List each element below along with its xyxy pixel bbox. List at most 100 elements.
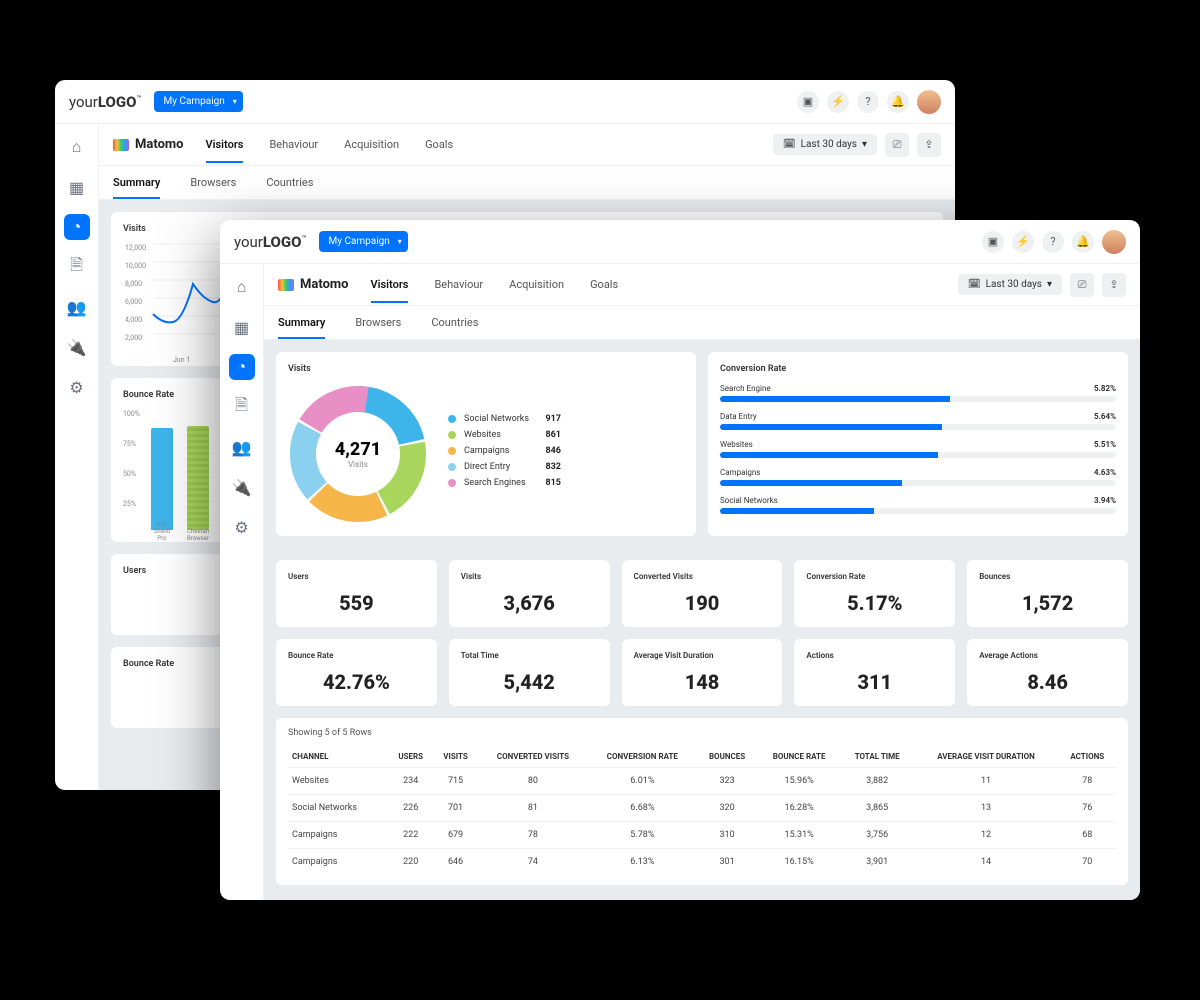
folder-icon[interactable]: ▣ [982, 231, 1004, 253]
gear-icon[interactable]: ⚙ [64, 374, 90, 400]
filter-button[interactable]: ⎚ [1070, 273, 1094, 297]
kpi-card: Converted Visits 190 [622, 560, 783, 627]
nav-tab-acquisition[interactable]: Acquisition [344, 126, 399, 163]
table-header[interactable]: CONVERSION RATE [588, 746, 697, 768]
table-header[interactable]: CONVERTED VISITS [478, 746, 588, 768]
nav-tab-acquisition[interactable]: Acquisition [509, 266, 564, 303]
bolt-icon[interactable]: ⚡ [827, 91, 849, 113]
navbar: Matomo Visitors Behaviour Acquisition Goals… [99, 124, 955, 166]
share-button[interactable]: ⇪ [1102, 273, 1126, 297]
subtab-countries[interactable]: Countries [266, 167, 313, 198]
share-button[interactable]: ⇪ [917, 133, 941, 157]
filter-button[interactable]: ⎚ [885, 133, 909, 157]
bell-icon[interactable]: 🔔 [1072, 231, 1094, 253]
home-icon[interactable]: ⌂ [229, 274, 255, 300]
table-row[interactable]: Websites234715806.01%32315.96%3,8821178 [288, 768, 1116, 795]
legend-item: Direct Entry832 [448, 462, 561, 472]
date-range-dropdown[interactable]: 🗓Last 30 days▾ [958, 274, 1062, 295]
table-row[interactable]: Campaigns220646746.13%30116.15%3,9011470 [288, 849, 1116, 876]
gear-icon[interactable]: ⚙ [229, 514, 255, 540]
subtab-summary[interactable]: Summary [113, 167, 160, 198]
apps-icon[interactable]: ▦ [229, 314, 255, 340]
table-header[interactable]: CHANNEL [288, 746, 388, 768]
chevron-down-icon: ▾ [1047, 279, 1052, 290]
kpi-value: 5,442 [461, 670, 598, 694]
kpi-label: Average Visit Duration [634, 651, 771, 660]
campaign-dropdown[interactable]: My Campaign [319, 231, 408, 252]
conversion-row: Campaigns4.63% [720, 468, 1116, 486]
channels-table-card: Showing 5 of 5 Rows CHANNELUSERSVISITSCO… [276, 718, 1128, 885]
users-icon[interactable]: 👥 [229, 434, 255, 460]
kpi-label: Average Actions [979, 651, 1116, 660]
subtab-browsers[interactable]: Browsers [190, 167, 236, 198]
kpi-value: 3,676 [461, 591, 598, 615]
nav-tab-goals[interactable]: Goals [425, 126, 453, 163]
kpi-card: Bounce Rate42.76% [276, 639, 437, 706]
kpi-value: 190 [634, 591, 771, 615]
table-header[interactable]: TOTAL TIME [841, 746, 914, 768]
kpi-value: 559 [288, 591, 425, 615]
card-title: Visits [288, 364, 684, 374]
avatar[interactable] [1102, 230, 1126, 254]
donut-chart: 4,271Visits [288, 384, 428, 524]
subtab-countries[interactable]: Countries [431, 307, 478, 338]
conversion-row: Social Networks3.94% [720, 496, 1116, 514]
nav-tab-behaviour[interactable]: Behaviour [434, 266, 483, 303]
kpi-card: Actions311 [794, 639, 955, 706]
plug-icon[interactable]: 🔌 [229, 474, 255, 500]
chevron-down-icon: ▾ [862, 139, 867, 150]
kpi-label: Visits [461, 572, 598, 581]
legend-item: Social Networks917 [448, 414, 561, 424]
topbar: yourLOGO™ My Campaign ▣ ⚡ ? 🔔 [220, 220, 1140, 264]
plug-icon[interactable]: 🔌 [64, 334, 90, 360]
kpi-card: Users 559 [276, 560, 437, 627]
nav-tab-visitors[interactable]: Visitors [371, 266, 409, 303]
document-icon[interactable]: 🗎 [229, 394, 255, 420]
help-icon[interactable]: ? [857, 91, 879, 113]
kpi-card: Visits 3,676 [449, 560, 610, 627]
kpi-label: Actions [806, 651, 943, 660]
app-logo: yourLOGO™ [69, 93, 142, 111]
brand: Matomo [113, 137, 184, 152]
analytics-icon[interactable]: ◔ [229, 354, 255, 380]
sidebar: ⌂ ▦ ◔ 🗎 👥 🔌 ⚙ [220, 264, 264, 900]
brand-logo-icon [278, 279, 294, 291]
date-range-dropdown[interactable]: 🗓Last 30 days▾ [773, 134, 877, 155]
nav-tab-goals[interactable]: Goals [590, 266, 618, 303]
campaign-dropdown[interactable]: My Campaign [154, 91, 243, 112]
table-header[interactable]: BOUNCE RATE [757, 746, 840, 768]
bolt-icon[interactable]: ⚡ [1012, 231, 1034, 253]
kpi-value: 8.46 [979, 670, 1116, 694]
dashboard-window-front: yourLOGO™ My Campaign ▣ ⚡ ? 🔔 ⌂ ▦ ◔ 🗎 👥 … [220, 220, 1140, 900]
table-header[interactable]: VISITS [433, 746, 478, 768]
avatar[interactable] [917, 90, 941, 114]
donut-total: 4,271 [335, 439, 381, 460]
apps-icon[interactable]: ▦ [64, 174, 90, 200]
kpi-label: Users [288, 572, 425, 581]
help-icon[interactable]: ? [1042, 231, 1064, 253]
bell-icon[interactable]: 🔔 [887, 91, 909, 113]
analytics-icon[interactable]: ◔ [64, 214, 90, 240]
users-icon[interactable]: 👥 [64, 294, 90, 320]
table-row[interactable]: Social Networks226701816.68%32016.28%3,8… [288, 795, 1116, 822]
table-header[interactable]: AVERAGE VISIT DURATION [914, 746, 1059, 768]
nav-tab-visitors[interactable]: Visitors [206, 126, 244, 163]
legend-dot-icon [448, 447, 456, 455]
kpi-label: Converted Visits [634, 572, 771, 581]
table-header[interactable]: BOUNCES [697, 746, 758, 768]
legend-dot-icon [448, 463, 456, 471]
legend-item: Websites861 [448, 430, 561, 440]
legend-dot-icon [448, 415, 456, 423]
subtab-summary[interactable]: Summary [278, 307, 325, 338]
folder-icon[interactable]: ▣ [797, 91, 819, 113]
document-icon[interactable]: 🗎 [64, 254, 90, 280]
table-header[interactable]: USERS [388, 746, 433, 768]
table-header[interactable]: ACTIONS [1059, 746, 1117, 768]
legend-dot-icon [448, 479, 456, 487]
subtab-browsers[interactable]: Browsers [355, 307, 401, 338]
nav-tab-behaviour[interactable]: Behaviour [269, 126, 318, 163]
card-title: Conversion Rate [720, 364, 1116, 374]
table-row[interactable]: Campaigns222679785.78%31015.31%3,7561268 [288, 822, 1116, 849]
home-icon[interactable]: ⌂ [64, 134, 90, 160]
brand-logo-icon [113, 139, 129, 151]
